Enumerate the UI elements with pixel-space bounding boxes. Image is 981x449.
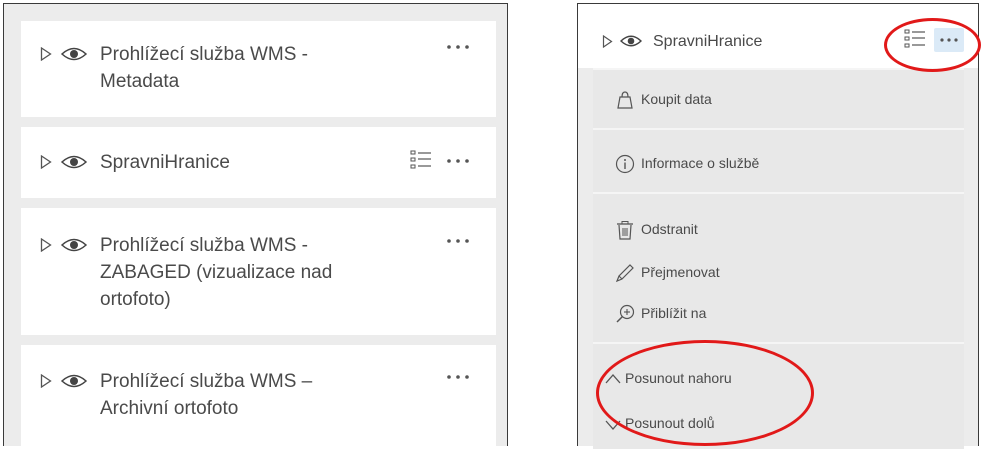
layer-title-line: Prohlížecí služba WMS –: [100, 371, 313, 392]
caret-right-icon[interactable]: [40, 238, 52, 252]
layer-card-archivni-ortofoto[interactable]: Prohlížecí služba WMS – Archivní ortofot…: [21, 345, 496, 447]
layer-title-line: SpravniHranice: [100, 152, 230, 173]
layer-card-zabaged[interactable]: Prohlížecí služba WMS - ZABAGED (vizuali…: [21, 208, 496, 335]
layer-card-spravnihranice[interactable]: SpravniHranice: [21, 127, 496, 198]
caret-right-icon[interactable]: [40, 47, 52, 61]
trash-icon: [617, 221, 633, 240]
menu-item-label: Koupit data: [641, 91, 712, 107]
more-options-icon[interactable]: [445, 237, 471, 245]
menu-item-rename[interactable]: Přejmenovat: [593, 257, 964, 287]
menu-item-service-info[interactable]: Informace o službě: [593, 148, 964, 178]
legend-list-icon[interactable]: [410, 149, 432, 171]
layer-title: Prohlížecí služba WMS - Metadata: [100, 41, 420, 95]
layer-title: Prohlížecí služba WMS – Archivní ortofot…: [100, 368, 420, 422]
eye-icon[interactable]: [61, 373, 87, 389]
menu-item-buy-data[interactable]: Koupit data: [593, 84, 964, 114]
layer-title-line: ortofoto): [100, 289, 171, 310]
menu-item-remove[interactable]: Odstranit: [593, 214, 964, 244]
menu-group-move: Posunout nahoru Posunout dolů: [593, 342, 964, 449]
menu-item-label: Přejmenovat: [641, 264, 720, 280]
menu-group-info: Informace o službě: [593, 128, 964, 192]
layer-title: SpravniHranice: [100, 149, 420, 176]
more-options-icon[interactable]: [445, 157, 471, 165]
layer-title-line: ZABAGED (vizualizace nad: [100, 262, 333, 283]
caret-right-icon[interactable]: [602, 35, 613, 48]
menu-group-buy: Koupit data: [593, 68, 964, 128]
eye-icon[interactable]: [620, 34, 642, 48]
menu-item-label: Odstranit: [641, 221, 698, 237]
menu-item-label: Přiblížit na: [641, 305, 707, 321]
info-icon: [615, 154, 635, 174]
chevron-down-icon: [605, 420, 621, 430]
chevron-up-icon: [605, 374, 621, 384]
menu-item-move-up[interactable]: Posunout nahoru: [593, 363, 964, 393]
layer-header-spravnihranice[interactable]: SpravniHranice: [578, 4, 978, 68]
zoom-in-icon: [616, 304, 635, 323]
layer-title-line: Metadata: [100, 71, 180, 92]
eye-icon[interactable]: [61, 237, 87, 253]
layer-title-line: Prohlížecí služba WMS -: [100, 235, 308, 256]
layer-title-line: Archivní ortofoto: [100, 398, 239, 419]
shopping-bag-icon: [617, 91, 633, 109]
layer-title: Prohlížecí služba WMS - ZABAGED (vizuali…: [100, 232, 420, 313]
menu-item-label: Posunout dolů: [625, 415, 715, 431]
menu-item-zoom-to[interactable]: Přiblížit na: [593, 298, 964, 328]
caret-right-icon[interactable]: [40, 155, 52, 169]
menu-item-label: Informace o službě: [641, 155, 760, 171]
more-options-button[interactable]: [934, 28, 964, 52]
layer-list-panel: Prohlížecí služba WMS - Metadata Spravni…: [3, 3, 508, 447]
menu-item-label: Posunout nahoru: [625, 370, 732, 386]
more-options-icon: [940, 38, 958, 42]
more-options-icon[interactable]: [445, 373, 471, 381]
layer-options-panel: SpravniHranice Koupit data Informace o s…: [577, 3, 979, 449]
menu-item-move-down[interactable]: Posunout dolů: [593, 408, 964, 438]
eye-icon[interactable]: [61, 154, 87, 170]
pencil-icon: [615, 264, 634, 283]
legend-list-icon[interactable]: [904, 28, 926, 50]
caret-right-icon[interactable]: [40, 374, 52, 388]
eye-icon[interactable]: [61, 46, 87, 62]
layer-card-metadata[interactable]: Prohlížecí služba WMS - Metadata: [21, 21, 496, 117]
layer-title: SpravniHranice: [653, 33, 763, 50]
layer-title-line: Prohlížecí služba WMS -: [100, 44, 308, 65]
menu-group-edit: Odstranit Přejmenovat Přiblížit na: [593, 192, 964, 342]
more-options-icon[interactable]: [445, 43, 471, 51]
